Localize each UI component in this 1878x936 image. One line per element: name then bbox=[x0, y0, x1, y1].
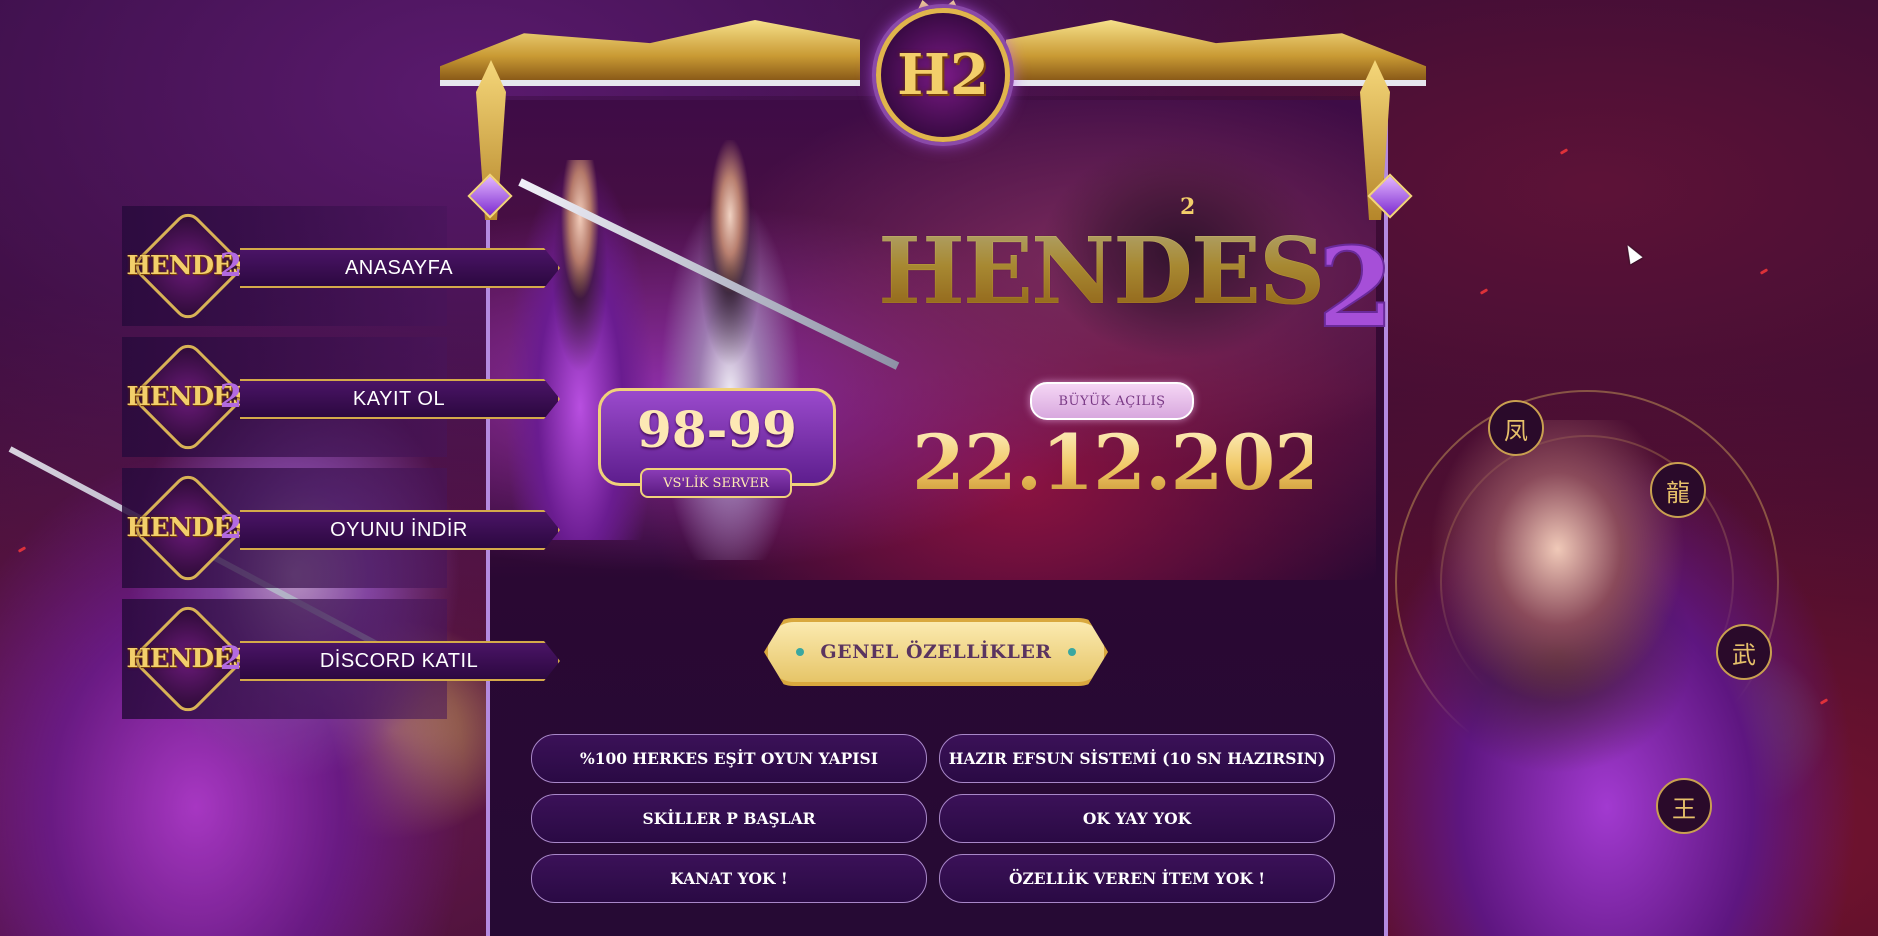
emblem-number: 2 bbox=[219, 377, 242, 415]
side-menu: HENDES 2 ANASAYFA HENDES 2 KAYIT OL HEND… bbox=[122, 206, 560, 730]
ornament-dot-icon bbox=[1067, 648, 1076, 656]
server-type-tag: VS'LİK SERVER bbox=[640, 468, 792, 498]
general-features-header: GENEL ÖZELLİKLER bbox=[764, 618, 1108, 686]
feature-label: HAZIR EFSUN SİSTEMİ (10 SN HAZIRSIN) bbox=[948, 749, 1326, 768]
logo-tag: 2 bbox=[1180, 194, 1196, 220]
menu-label-bar[interactable]: OYUNU İNDİR bbox=[240, 510, 560, 550]
server-level-badge: 98-99 VS'LİK SERVER bbox=[598, 388, 836, 498]
logo-word: HENDES bbox=[878, 217, 1325, 325]
ember bbox=[1479, 288, 1489, 295]
feature-label: %100 HERKES EŞİT OYUN YAPISI bbox=[580, 749, 878, 768]
feature-item: ÖZELLİK VEREN İTEM YOK ! bbox=[939, 854, 1335, 903]
menu-item-discord[interactable]: HENDES 2 DİSCORD KATIL bbox=[122, 599, 560, 719]
feature-label: OK YAY YOK bbox=[1082, 809, 1192, 828]
emblem-number: 2 bbox=[219, 246, 242, 284]
menu-label: KAYIT OL bbox=[352, 387, 446, 410]
grand-opening-label: BÜYÜK AÇILIŞ bbox=[1058, 393, 1166, 409]
grand-opening-badge: BÜYÜK AÇILIŞ bbox=[1030, 382, 1194, 420]
menu-label-bar[interactable]: ANASAYFA bbox=[240, 248, 560, 288]
menu-label: DİSCORD KATIL bbox=[319, 649, 479, 672]
logo-number: 2 bbox=[1316, 222, 1395, 353]
opening-date: 22.12.2023 bbox=[912, 418, 1379, 507]
crest-text: H2 bbox=[897, 42, 989, 108]
server-type-label: VS'LİK SERVER bbox=[663, 475, 769, 491]
menu-label: ANASAYFA bbox=[344, 256, 454, 279]
frame-wing-left bbox=[440, 20, 860, 86]
emblem-number: 2 bbox=[219, 508, 242, 546]
features-grid: %100 HERKES EŞİT OYUN YAPISI HAZIR EFSUN… bbox=[531, 734, 1335, 903]
feature-label: ÖZELLİK VEREN İTEM YOK ! bbox=[1008, 869, 1266, 888]
menu-label-bar[interactable]: DİSCORD KATIL bbox=[240, 641, 560, 681]
feature-item: HAZIR EFSUN SİSTEMİ (10 SN HAZIRSIN) bbox=[939, 734, 1335, 783]
menu-emblem-icon: HENDES 2 bbox=[126, 601, 251, 717]
menu-item-home[interactable]: HENDES 2 ANASAYFA bbox=[122, 206, 560, 326]
feature-label: SKİLLER P BAŞLAR bbox=[642, 809, 816, 828]
feature-item: KANAT YOK ! bbox=[531, 854, 927, 903]
menu-item-register[interactable]: HENDES 2 KAYIT OL bbox=[122, 337, 560, 457]
ornament-dot-icon bbox=[796, 648, 805, 656]
ring-glyph-king: 王 bbox=[1656, 778, 1712, 834]
game-logo: 2 HENDES 2 bbox=[878, 194, 1395, 353]
menu-emblem-icon: HENDES 2 bbox=[126, 208, 251, 324]
ring-glyph-dragon: 龍 bbox=[1650, 462, 1706, 518]
mouse-cursor-icon bbox=[1621, 241, 1643, 265]
frame-wing-right bbox=[1006, 20, 1426, 86]
ring-glyph-phoenix: 凤 bbox=[1488, 400, 1544, 456]
right-hero-artwork bbox=[1385, 420, 1878, 936]
ring-glyph-warrior: 武 bbox=[1716, 624, 1772, 680]
feature-label: KANAT YOK ! bbox=[670, 869, 788, 888]
ember bbox=[1559, 148, 1569, 155]
feature-item: %100 HERKES EŞİT OYUN YAPISI bbox=[531, 734, 927, 783]
menu-emblem-icon: HENDES 2 bbox=[126, 339, 251, 455]
menu-label-bar[interactable]: KAYIT OL bbox=[240, 379, 560, 419]
emblem-number: 2 bbox=[219, 639, 242, 677]
feature-item: SKİLLER P BAŞLAR bbox=[531, 794, 927, 843]
ember bbox=[1759, 268, 1769, 275]
crest-logo[interactable]: H2 bbox=[876, 8, 1010, 142]
menu-label: OYUNU İNDİR bbox=[330, 518, 468, 541]
menu-emblem-icon: HENDES 2 bbox=[126, 470, 251, 586]
menu-item-download[interactable]: HENDES 2 OYUNU İNDİR bbox=[122, 468, 560, 588]
server-level-range: 98-99 bbox=[637, 399, 797, 459]
feature-item: OK YAY YOK bbox=[939, 794, 1335, 843]
general-features-title: GENEL ÖZELLİKLER bbox=[820, 641, 1052, 663]
